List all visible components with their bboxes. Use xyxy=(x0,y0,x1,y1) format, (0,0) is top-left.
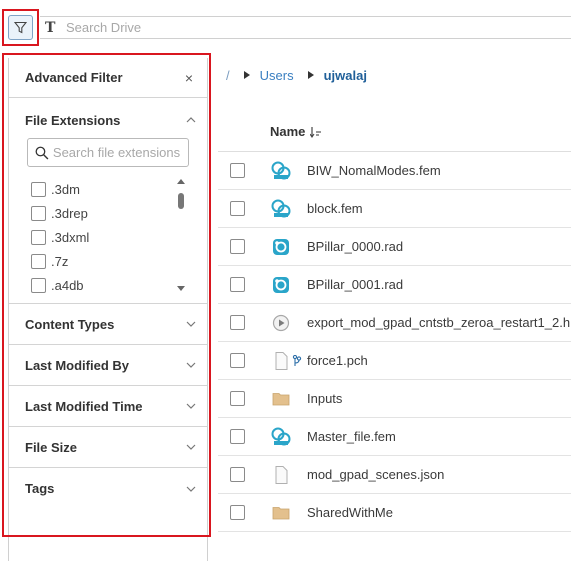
branch-icon xyxy=(292,355,302,366)
filter-toggle-button[interactable] xyxy=(8,15,33,40)
fem-icon xyxy=(271,199,291,218)
filter-toggle-highlight xyxy=(2,9,39,46)
fem-icon xyxy=(271,161,291,180)
file-name[interactable]: export_mod_gpad_cntstb_zeroa_restart1_2.… xyxy=(307,315,571,330)
file-name[interactable]: BPillar_0000.rad xyxy=(307,239,403,254)
table-row[interactable]: Inputs xyxy=(218,380,571,418)
text-type-icon: T xyxy=(45,19,56,36)
row-checkbox[interactable] xyxy=(230,163,245,178)
table-row[interactable]: BIW_NomalModes.fem xyxy=(218,152,571,190)
row-checkbox[interactable] xyxy=(230,505,245,520)
breadcrumb-item-users[interactable]: Users xyxy=(260,68,294,83)
file-name[interactable]: BPillar_0001.rad xyxy=(307,277,403,292)
table-row[interactable]: BPillar_0000.rad xyxy=(218,228,571,266)
breadcrumb-root[interactable]: / xyxy=(226,68,230,83)
row-checkbox[interactable] xyxy=(230,429,245,444)
row-checkbox[interactable] xyxy=(230,201,245,216)
row-checkbox[interactable] xyxy=(230,315,245,330)
table-row[interactable]: SharedWithMe xyxy=(218,494,571,532)
table-row[interactable]: block.fem xyxy=(218,190,571,228)
file-name[interactable]: Master_file.fem xyxy=(307,429,396,444)
row-checkbox[interactable] xyxy=(230,353,245,368)
chevron-right-icon xyxy=(243,71,250,79)
file-name[interactable]: block.fem xyxy=(307,201,363,216)
document-icon xyxy=(275,352,288,370)
filter-panel-highlight xyxy=(2,53,211,537)
table-row[interactable]: export_mod_gpad_cntstb_zeroa_restart1_2.… xyxy=(218,304,571,342)
row-checkbox[interactable] xyxy=(230,277,245,292)
chevron-right-icon xyxy=(307,71,314,79)
table-row[interactable]: Master_file.fem xyxy=(218,418,571,456)
row-checkbox[interactable] xyxy=(230,239,245,254)
column-header-label: Name xyxy=(270,124,306,139)
filter-icon xyxy=(14,21,27,34)
file-name[interactable]: BIW_NomalModes.fem xyxy=(307,163,441,178)
name-column-header[interactable]: Name xyxy=(270,124,322,139)
rad-icon xyxy=(273,277,289,293)
file-name[interactable]: force1.pch xyxy=(307,353,368,368)
breadcrumb: / Users ujwalaj xyxy=(226,66,367,84)
file-name[interactable]: SharedWithMe xyxy=(307,505,393,520)
video-icon xyxy=(272,314,290,332)
sort-ascending-icon[interactable] xyxy=(310,126,322,138)
document-icon xyxy=(275,466,288,484)
search-input[interactable]: Search Drive xyxy=(66,20,141,35)
row-checkbox[interactable] xyxy=(230,391,245,406)
file-list: BIW_NomalModes.fem block.fem BPillar_000… xyxy=(218,152,571,532)
folder-icon xyxy=(272,393,290,406)
drive-search-bar[interactable]: T Search Drive xyxy=(40,16,571,39)
rad-icon xyxy=(273,239,289,255)
fem-icon xyxy=(271,427,291,446)
table-row[interactable]: force1.pch xyxy=(218,342,571,380)
table-row[interactable]: BPillar_0001.rad xyxy=(218,266,571,304)
breadcrumb-item-current[interactable]: ujwalaj xyxy=(324,68,367,83)
folder-icon xyxy=(272,507,290,520)
table-row[interactable]: mod_gpad_scenes.json xyxy=(218,456,571,494)
row-checkbox[interactable] xyxy=(230,467,245,482)
file-name[interactable]: mod_gpad_scenes.json xyxy=(307,467,444,482)
file-name[interactable]: Inputs xyxy=(307,391,342,406)
